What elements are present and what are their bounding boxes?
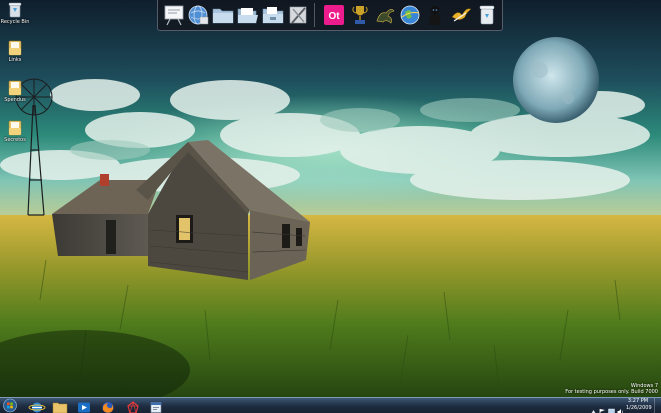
start-button[interactable]: [2, 398, 18, 413]
expand-tray-icon: [591, 410, 596, 413]
folder-icon: [8, 120, 22, 136]
red-shape-app-icon: [127, 400, 139, 413]
dock-item-dark-figure[interactable]: [424, 3, 446, 27]
desktop-icon-recycle-bin[interactable]: Recycle Bin: [0, 2, 30, 25]
media-player-icon: [78, 402, 90, 413]
taskbar-red-app[interactable]: [123, 399, 143, 413]
desktop-icon-label: Spendus: [4, 97, 26, 103]
dock-separator: [314, 3, 315, 27]
recycle-bin-icon: [8, 2, 22, 18]
dock-item-folder[interactable]: [212, 3, 234, 27]
bird-icon: [451, 8, 472, 22]
taskbar-firefox[interactable]: [98, 399, 118, 413]
presentation-board-icon: [164, 5, 184, 26]
document-window-icon: [150, 402, 162, 413]
desktop-icon-secretos[interactable]: Secretos: [0, 120, 30, 143]
desktop: Recycle Bin Links Spendus Secretos Ot Wi…: [0, 0, 661, 413]
ot-app-icon: Ot: [324, 5, 344, 25]
folder-icon: [212, 8, 234, 24]
watermark-build: For testing purposes only. Build 7000: [565, 389, 658, 395]
flag-icon: [599, 409, 605, 413]
trash-can-icon: [479, 5, 495, 25]
folder-documents-icon: [262, 7, 284, 24]
folder-icon: [8, 80, 22, 96]
network-button[interactable]: [608, 401, 615, 413]
open-folder-icon: [237, 8, 258, 24]
trophy-icon: [352, 6, 368, 24]
expand-tray-button[interactable]: [590, 401, 597, 413]
dock-item-trash[interactable]: [476, 3, 498, 27]
show-desktop-button[interactable]: [654, 398, 661, 413]
clock-date: 1/26/2009: [626, 404, 652, 411]
dock-item-internet-globe[interactable]: [399, 3, 421, 27]
dark-figure-icon: [429, 6, 441, 25]
desktop-icon-label: Recycle Bin: [0, 19, 30, 25]
file-explorer-icon: [52, 402, 68, 413]
windows-watermark: Windows 7 For testing purposes only. Bui…: [565, 383, 658, 395]
desktop-icon-label: Links: [8, 57, 22, 63]
network-icon: [608, 408, 615, 413]
svg-text:Ot: Ot: [328, 11, 340, 22]
desktop-icon-label: Secretos: [4, 137, 26, 143]
clock-time: 3:27 PM: [627, 398, 649, 404]
dock-item-tools[interactable]: [287, 3, 309, 27]
globe-network-icon: [188, 5, 209, 25]
volume-icon: [617, 409, 623, 413]
dock-item-network-globe[interactable]: [187, 3, 209, 27]
dock-item-documents-folder[interactable]: [262, 3, 284, 27]
taskbar-file-explorer[interactable]: [50, 399, 70, 413]
volume-button[interactable]: [617, 401, 624, 413]
dragon-icon: [376, 9, 395, 24]
tools-icon: [289, 6, 307, 24]
dock: Ot: [157, 0, 503, 31]
dock-item-ot-app[interactable]: Ot: [323, 3, 345, 27]
desktop-icon-spendus[interactable]: Spendus: [0, 80, 30, 103]
dock-item-dragon[interactable]: [374, 3, 396, 27]
internet-globe-icon: [400, 5, 420, 25]
taskbar: 3:27 PM 1/26/2009: [0, 397, 661, 413]
internet-explorer-icon: [28, 402, 46, 413]
dock-item-presentation[interactable]: [163, 3, 185, 27]
taskbar-media-player[interactable]: [74, 399, 94, 413]
desktop-icon-links[interactable]: Links: [0, 40, 30, 63]
dock-item-bird[interactable]: [450, 3, 472, 27]
wallpaper: [0, 0, 661, 413]
dock-item-open-folder[interactable]: [237, 3, 259, 27]
taskbar-clock[interactable]: 3:27 PM 1/26/2009: [626, 398, 652, 411]
windows-start-orb-icon: [3, 398, 17, 413]
action-center-button[interactable]: [599, 401, 606, 413]
firefox-icon: [102, 402, 114, 413]
dock-item-trophy[interactable]: [349, 3, 371, 27]
taskbar-document-window[interactable]: [146, 399, 166, 413]
folder-icon: [8, 40, 22, 56]
taskbar-internet-explorer[interactable]: [27, 399, 47, 413]
